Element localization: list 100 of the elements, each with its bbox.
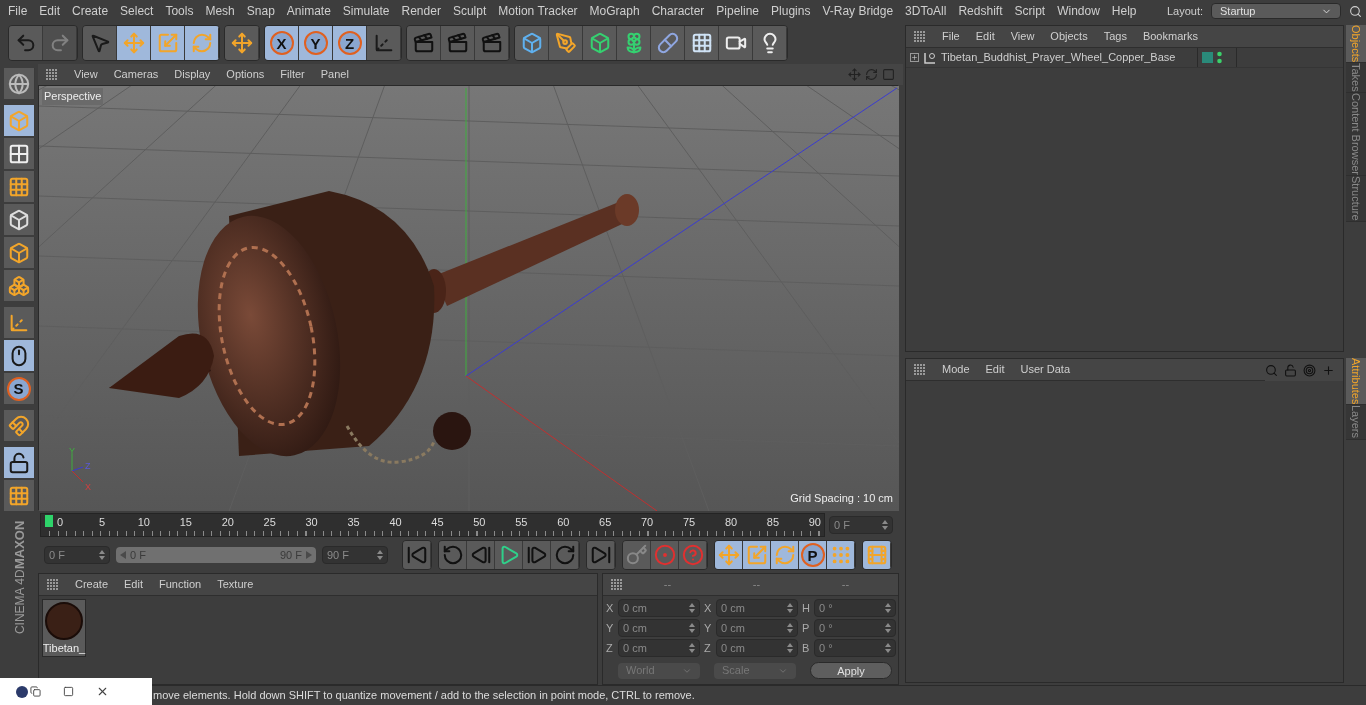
viewport-menu-item[interactable]: View (74, 66, 98, 83)
last-button[interactable] (587, 541, 615, 569)
expand-icon[interactable] (910, 53, 919, 62)
axis-button[interactable]: Y (299, 26, 333, 60)
menu-item[interactable]: Window (1057, 2, 1100, 20)
end-frame-field[interactable]: 90 F (322, 546, 388, 564)
menu-item[interactable]: 3DToAll (905, 2, 947, 20)
scale-button[interactable] (151, 26, 185, 60)
side-tab[interactable]: Attributes (1346, 358, 1366, 406)
object-menu-item[interactable]: Bookmarks (1142, 28, 1198, 45)
move-button[interactable] (715, 541, 743, 569)
coords-button[interactable] (367, 26, 401, 60)
solo-button[interactable]: S (3, 373, 35, 404)
side-tab[interactable]: Structure (1346, 176, 1366, 222)
texture-button[interactable] (3, 138, 35, 169)
object-menu-item[interactable]: Edit (975, 28, 995, 45)
editable-button[interactable] (3, 68, 35, 99)
material-menu-item[interactable]: Function (159, 576, 202, 593)
camera-button[interactable] (719, 26, 753, 60)
menu-item[interactable]: Render (401, 2, 441, 20)
viewport-menu-item[interactable]: Cameras (113, 66, 159, 83)
menu-item[interactable]: Edit (39, 2, 61, 20)
workplane-button[interactable] (3, 171, 35, 202)
viewport-menu-item[interactable]: Display (174, 66, 211, 83)
timeline-ruler[interactable]: 0 5 10 15 20 25 30 35 40 45 50 55 60 65 70 75 80 85 90 (40, 513, 825, 537)
edges-button[interactable] (3, 237, 35, 268)
rendersettings-button[interactable] (475, 26, 509, 60)
object-menu-item[interactable]: File (942, 28, 960, 45)
coordinate-field[interactable]: 0 cm (618, 599, 700, 617)
menu-item[interactable]: Motion Tracker (498, 2, 578, 20)
object-menu-item[interactable]: Objects (1050, 28, 1088, 45)
visibility-dots-icon[interactable] (1217, 50, 1222, 65)
material-swatch[interactable]: Tibetan_ (42, 599, 86, 657)
side-tab[interactable]: Takes (1346, 63, 1366, 94)
transform-button[interactable] (225, 26, 259, 60)
tweak-button[interactable] (3, 340, 35, 371)
viewport-menu-item[interactable]: Filter (280, 66, 305, 83)
model-button[interactable] (3, 105, 35, 136)
pen-button[interactable] (549, 26, 583, 60)
prevkey-button[interactable] (439, 541, 467, 569)
snapsettings-button[interactable] (3, 480, 35, 511)
menu-item[interactable]: Animate (286, 2, 331, 20)
rotate-button[interactable] (185, 26, 219, 60)
viewport-menu-item[interactable]: Options (226, 66, 265, 83)
coordinate-field[interactable]: 0 cm (716, 599, 798, 617)
light-button[interactable] (753, 26, 787, 60)
side-tab[interactable]: Content Browser (1346, 93, 1366, 176)
menu-item[interactable]: Help (1111, 2, 1137, 20)
menu-item[interactable]: MoGraph (589, 2, 640, 20)
layout-dropdown[interactable]: Startup (1211, 3, 1341, 19)
menu-item[interactable]: Create (72, 2, 109, 20)
start-frame-field[interactable]: 0 F (44, 546, 110, 564)
snap-button[interactable] (3, 447, 35, 478)
menu-item[interactable]: Plugins (771, 2, 811, 20)
coordinate-field[interactable]: 0 cm (618, 619, 700, 637)
nextkey-button[interactable] (551, 541, 579, 569)
menu-item[interactable]: Tools (165, 2, 194, 20)
keyhelp-button[interactable] (679, 541, 707, 569)
select-button[interactable] (83, 26, 117, 60)
maximize-icon[interactable] (63, 686, 74, 697)
menu-item[interactable]: Redshift (958, 2, 1003, 20)
menu-item[interactable]: Character (651, 2, 705, 20)
coordinate-field[interactable]: 0 ° (814, 639, 896, 657)
menu-item[interactable]: Script (1014, 2, 1046, 20)
cloner-button[interactable] (617, 26, 651, 60)
floor-button[interactable] (685, 26, 719, 60)
apply-button[interactable]: Apply (810, 662, 892, 679)
material-menu-item[interactable]: Create (75, 576, 109, 593)
autokey-button[interactable] (651, 541, 679, 569)
play-button[interactable] (495, 541, 523, 569)
menu-item[interactable]: File (8, 2, 28, 20)
deformer-button[interactable] (651, 26, 685, 60)
attributes-menu-item[interactable]: Edit (985, 361, 1005, 378)
menu-item[interactable]: Sculpt (452, 2, 487, 20)
rotate-button[interactable] (771, 541, 799, 569)
menu-item[interactable]: V-Ray Bridge (822, 2, 894, 20)
axismode-button[interactable] (3, 307, 35, 338)
pla-button[interactable] (827, 541, 855, 569)
axis-button[interactable]: Z (333, 26, 367, 60)
move-button[interactable] (117, 26, 151, 60)
polygons-button[interactable] (3, 270, 35, 301)
axis-button[interactable]: X (265, 26, 299, 60)
menu-item[interactable]: Snap (246, 2, 275, 20)
object-menu-item[interactable]: Tags (1103, 28, 1127, 45)
menu-item[interactable]: Simulate (342, 2, 390, 20)
side-tab[interactable]: Objects (1346, 25, 1366, 64)
material-menu-item[interactable]: Edit (124, 576, 143, 593)
object-row[interactable]: Tibetan_Buddhist_Prayer_Wheel_Copper_Base (906, 48, 1343, 68)
minimized-window-bar[interactable] (0, 678, 152, 705)
current-frame-field[interactable]: 0 F (829, 516, 893, 534)
restore-icon[interactable] (30, 686, 41, 697)
close-icon[interactable] (96, 685, 109, 698)
coordinate-field[interactable]: 0 ° (814, 619, 896, 637)
menu-item[interactable]: Select (120, 2, 154, 20)
menu-item[interactable]: Pipeline (716, 2, 760, 20)
viewport-menu-item[interactable]: Panel (320, 66, 349, 83)
side-tab[interactable]: Layers (1346, 405, 1366, 440)
prevframe-button[interactable] (467, 541, 495, 569)
first-button[interactable] (403, 541, 431, 569)
coordinate-field[interactable]: 0 cm (716, 619, 798, 637)
